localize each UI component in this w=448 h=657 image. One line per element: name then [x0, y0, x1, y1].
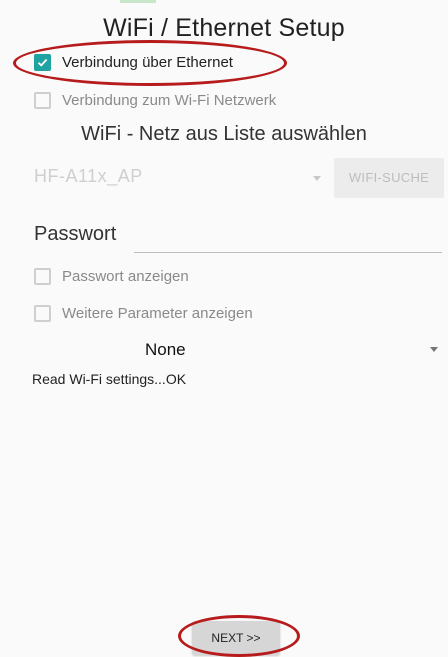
ssid-spinner[interactable]: HF-A11x_AP [34, 166, 143, 187]
mode-spinner[interactable]: None [145, 340, 186, 360]
ethernet-label: Verbindung über Ethernet [62, 54, 233, 71]
show-password-option[interactable]: Passwort anzeigen [34, 268, 189, 285]
more-params-option[interactable]: Weitere Parameter anzeigen [34, 305, 253, 322]
show-password-checkbox[interactable] [34, 268, 51, 285]
chevron-down-icon [313, 176, 321, 181]
page-title: WiFi / Ethernet Setup [103, 14, 345, 42]
wifi-checkbox[interactable] [34, 92, 51, 109]
ethernet-option[interactable]: Verbindung über Ethernet [34, 54, 233, 71]
more-params-checkbox[interactable] [34, 305, 51, 322]
mode-chevron-down-icon [430, 347, 438, 352]
next-button[interactable]: NEXT >> [192, 621, 280, 655]
more-params-label: Weitere Parameter anzeigen [62, 305, 253, 322]
show-password-label: Passwort anzeigen [62, 268, 189, 285]
status-message: Read Wi-Fi settings...OK [32, 371, 187, 387]
checkmark-icon [37, 58, 48, 67]
wifi-search-button[interactable]: WIFI-SUCHE [334, 158, 444, 198]
status-accent-strip [120, 0, 156, 3]
wifi-label: Verbindung zum Wi-Fi Netzwerk [62, 92, 277, 109]
ethernet-checkbox[interactable] [34, 54, 51, 71]
password-label: Passwort [34, 223, 117, 245]
wifi-option[interactable]: Verbindung zum Wi-Fi Netzwerk [34, 92, 276, 109]
wifi-setup-screen: WiFi / Ethernet Setup Verbindung über Et… [0, 0, 448, 657]
password-input[interactable] [134, 218, 442, 253]
network-heading: WiFi - Netz aus Liste auswählen [81, 123, 367, 145]
